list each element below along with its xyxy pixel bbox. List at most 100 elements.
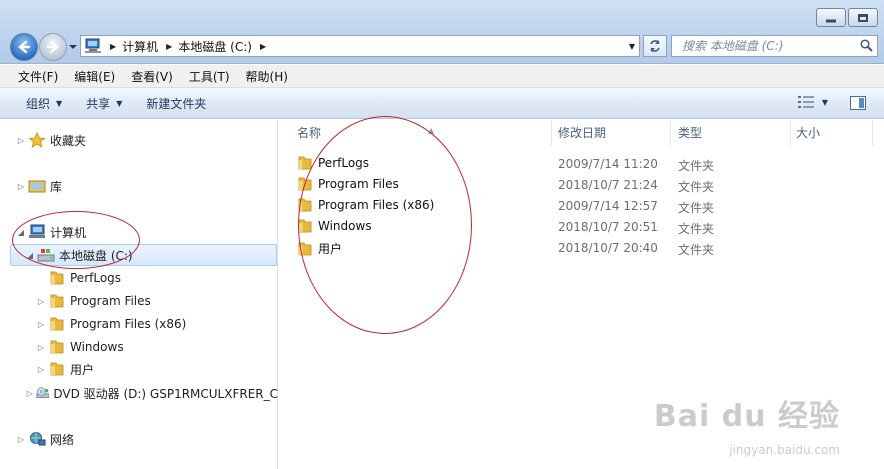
file-date: 2018/10/7 20:51 (558, 220, 658, 234)
file-row[interactable]: Program Files 2018/10/7 21:24 文件夹 (279, 174, 884, 195)
menu-tools[interactable]: 工具(T) (181, 68, 238, 85)
minimize-icon (826, 19, 836, 22)
folder-icon (50, 271, 64, 285)
expand-arrow-icon[interactable]: ▷ (26, 389, 34, 398)
file-row[interactable]: PerfLogs 2009/7/14 11:20 文件夹 (279, 153, 884, 174)
breadcrumb-local-disk[interactable]: 本地磁盘 (C:) (178, 38, 252, 55)
chevron-down-icon: ▼ (821, 97, 828, 107)
file-date: 2018/10/7 20:40 (558, 241, 658, 255)
drive-icon (37, 249, 55, 262)
watermark: Bai du 经验 jingyan.baidu.com (640, 397, 840, 457)
menu-edit[interactable]: 编辑(E) (66, 68, 123, 85)
folder-icon (50, 362, 64, 376)
column-name-label: 名称 (297, 126, 322, 140)
preview-pane-button[interactable] (850, 96, 866, 110)
file-name-cell[interactable]: 用户 (297, 240, 342, 257)
nav-folder-label: Program Files (x86) (70, 317, 187, 331)
nav-dvd-drive[interactable]: ▷ DVD 驱动器 (D:) GSP1RMCULXFRER_C (26, 382, 278, 404)
column-header-date[interactable]: 修改日期 (550, 120, 670, 146)
folder-icon (50, 317, 64, 331)
file-row[interactable]: Windows 2018/10/7 20:51 文件夹 (279, 216, 884, 237)
column-header-name[interactable]: 名称 ▲ (289, 120, 551, 146)
chevron-right-icon[interactable]: ▶ (260, 42, 266, 51)
forward-button[interactable] (39, 33, 67, 61)
organize-label: 组织 (26, 96, 51, 111)
expand-arrow-icon[interactable]: ▷ (16, 182, 26, 191)
chevron-right-icon[interactable]: ▶ (166, 42, 172, 51)
address-bar[interactable]: ▶ 计算机 ▶ 本地磁盘 (C:) ▶ ▼ (80, 35, 640, 57)
recent-pages-chevron-icon[interactable] (68, 42, 78, 52)
maximize-button[interactable] (848, 8, 878, 27)
back-button[interactable] (10, 33, 38, 61)
refresh-button[interactable] (643, 35, 667, 57)
expand-arrow-icon[interactable]: ▷ (36, 297, 46, 306)
expand-arrow-icon[interactable]: ▷ (16, 136, 26, 145)
column-header-size[interactable]: 大小 (788, 120, 873, 146)
organize-button[interactable]: 组织 ▼ (14, 95, 74, 112)
computer-icon (85, 38, 101, 53)
folder-icon (298, 219, 312, 233)
expand-arrow-icon[interactable]: ▷ (16, 435, 26, 444)
collapse-arrow-icon[interactable]: ◢ (16, 228, 26, 237)
nav-local-disk[interactable]: ◢ 本地磁盘 (C:) (10, 244, 277, 266)
nav-folder-program-files[interactable]: ▷ Program Files (36, 290, 151, 312)
window-titlebar: ▶ 计算机 ▶ 本地磁盘 (C:) ▶ ▼ 搜索 本地磁盘 (C:) (0, 0, 884, 64)
nav-computer[interactable]: ◢ 计算机 (16, 221, 86, 243)
breadcrumb-computer[interactable]: 计算机 (122, 38, 158, 55)
nav-folder-perflogs[interactable]: PerfLogs (36, 267, 121, 289)
maximize-icon (858, 13, 868, 22)
change-view-button[interactable]: ▼ (797, 96, 828, 108)
nav-computer-label: 计算机 (50, 225, 87, 240)
expand-arrow-icon[interactable]: ▷ (36, 365, 46, 374)
nav-folder-windows[interactable]: ▷ Windows (36, 336, 124, 358)
collapse-arrow-icon[interactable]: ◢ (25, 251, 35, 260)
menu-view[interactable]: 查看(V) (123, 68, 181, 85)
nav-folder-label: 用户 (70, 362, 95, 377)
nav-folder-users[interactable]: ▷ 用户 (36, 358, 94, 380)
watermark-brand: Bai du 经验 (653, 399, 840, 434)
file-name-cell[interactable]: Program Files (x86) (297, 198, 434, 212)
sort-up-icon: ▲ (428, 126, 435, 135)
file-type: 文件夹 (678, 159, 715, 173)
file-date: 2018/10/7 21:24 (558, 178, 658, 192)
arrow-left-icon (18, 40, 31, 54)
nav-favorites-label: 收藏夹 (50, 133, 87, 148)
watermark-url: jingyan.baidu.com (729, 443, 840, 457)
file-date: 2009/7/14 12:57 (558, 199, 658, 213)
menu-help[interactable]: 帮助(H) (238, 68, 296, 85)
file-name-cell[interactable]: Windows (297, 219, 372, 233)
search-icon[interactable] (860, 39, 873, 52)
new-folder-button[interactable]: 新建文件夹 (134, 95, 218, 112)
menu-bar: 文件(F) 编辑(E) 查看(V) 工具(T) 帮助(H) (0, 65, 884, 88)
nav-folder-label: PerfLogs (70, 271, 122, 285)
folder-icon (298, 177, 312, 191)
column-header-type[interactable]: 类型 (670, 120, 790, 146)
nav-libraries[interactable]: ▷ 库 (16, 175, 62, 197)
search-input[interactable]: 搜索 本地磁盘 (C:) (671, 35, 878, 57)
expand-arrow-icon[interactable]: ▷ (36, 320, 46, 329)
menu-file[interactable]: 文件(F) (10, 68, 66, 85)
computer-icon (29, 224, 45, 238)
expand-arrow-icon[interactable]: ▷ (36, 343, 46, 352)
nav-folder-program-files-x86[interactable]: ▷ Program Files (x86) (36, 313, 186, 335)
file-type: 文件夹 (678, 243, 715, 257)
nav-dvd-label: DVD 驱动器 (D:) GSP1RMCULXFRER_C (53, 386, 278, 401)
library-icon (28, 180, 46, 193)
chevron-right-icon[interactable]: ▶ (110, 42, 116, 51)
file-row[interactable]: Program Files (x86) 2009/7/14 12:57 文件夹 (279, 195, 884, 216)
folder-icon (298, 198, 312, 212)
file-row[interactable]: 用户 2018/10/7 20:40 文件夹 (279, 237, 884, 258)
file-name: PerfLogs (318, 156, 370, 170)
folder-icon (50, 294, 64, 308)
column-divider[interactable] (872, 120, 873, 146)
address-dropdown-icon[interactable]: ▼ (629, 42, 635, 51)
file-name-cell[interactable]: Program Files (297, 177, 399, 191)
navigation-pane[interactable]: ▷ 收藏夹 ▷ 库 ◢ 计算机 ◢ 本地磁盘 (C:) PerfLogs ▷ P… (0, 120, 278, 469)
minimize-button[interactable] (816, 8, 846, 27)
nav-favorites[interactable]: ▷ 收藏夹 (16, 129, 86, 151)
nav-network[interactable]: ▷ 网络 (16, 428, 74, 450)
share-button[interactable]: 共享 ▼ (74, 95, 134, 112)
file-name-cell[interactable]: PerfLogs (297, 156, 369, 170)
chevron-down-icon: ▼ (116, 98, 123, 108)
nav-folder-label: Program Files (70, 294, 151, 308)
